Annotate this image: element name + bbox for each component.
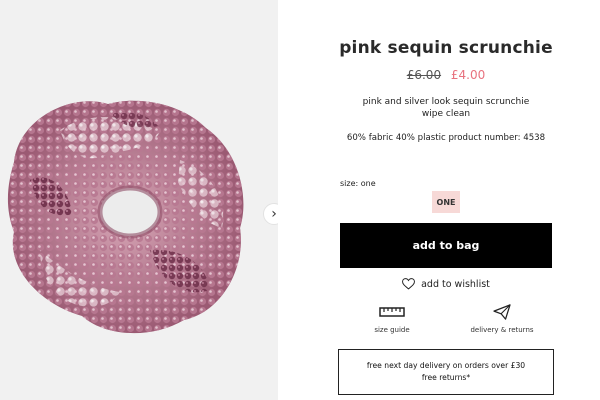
heart-icon [402,278,416,290]
ruler-icon [379,307,405,317]
promo-line: free next day delivery on orders over £3… [366,361,526,370]
product-composition: 60% fabric 40% plastic product number: 4… [346,133,546,143]
size-guide-link[interactable]: size guide [352,304,432,334]
size-option-one[interactable]: ONE [432,191,460,213]
delivery-returns-label: delivery & returns [470,326,534,334]
promo-line: free returns* [421,373,471,382]
product-title: pink sequin scrunchie [339,38,553,58]
add-to-bag-button[interactable]: add to bag [340,223,552,268]
product-image-pane: › [0,0,278,400]
size-label: size: one [340,179,376,188]
sale-price: £4.00 [450,68,486,82]
chevron-right-icon: › [271,206,277,222]
size-guide-label: size guide [374,326,410,334]
original-price: £6.00 [406,68,442,82]
product-image [7,100,244,334]
product-details: pink sequin scrunchie £6.00 £4.00 pink a… [338,0,554,400]
description-line: wipe clean [421,109,471,119]
next-image-button[interactable]: › [263,203,278,225]
paper-plane-icon [493,304,511,320]
delivery-promo-banner: free next day delivery on orders over £3… [338,349,554,395]
product-description: pink and silver look sequin scrunchie wi… [338,96,554,120]
wishlist-label: add to wishlist [421,278,490,290]
description-line: pink and silver look sequin scrunchie [362,97,530,107]
price-block: £6.00 £4.00 [338,68,554,82]
delivery-returns-link[interactable]: delivery & returns [458,304,546,334]
add-to-wishlist-link[interactable]: add to wishlist [338,278,554,290]
